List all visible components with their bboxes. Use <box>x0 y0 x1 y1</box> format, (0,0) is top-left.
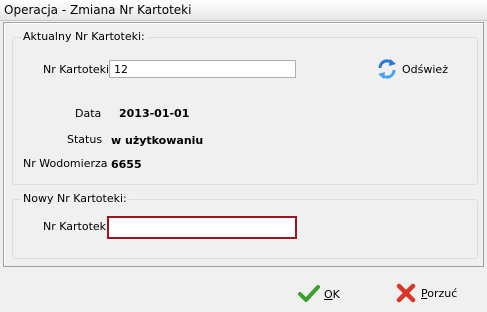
meter-number-label: Nr Wodomierza <box>23 157 108 170</box>
meter-number-value: 6655 <box>111 158 142 171</box>
checkmark-icon <box>298 284 320 304</box>
date-label: Data <box>75 107 102 120</box>
current-card-legend: Aktualny Nr Kartoteki: <box>21 30 147 43</box>
ok-label: OK <box>324 287 340 301</box>
current-card-group: Aktualny Nr Kartoteki: Nr Kartoteki 12 O… <box>12 30 478 185</box>
date-value: 2013-01-01 <box>119 107 190 120</box>
refresh-button[interactable]: Odśwież <box>376 58 448 80</box>
ok-button[interactable]: OK <box>298 284 340 304</box>
current-card-number-label: Nr Kartoteki <box>43 63 110 76</box>
refresh-label: Odśwież <box>402 62 448 76</box>
new-card-number-field[interactable] <box>107 216 297 239</box>
new-card-legend: Nowy Nr Kartoteki: <box>21 192 129 205</box>
title-bar: Operacja - Zmiana Nr Kartoteki <box>0 0 487 21</box>
new-card-number-label: Nr Kartoteki <box>43 220 110 233</box>
current-card-number-field[interactable]: 12 <box>109 60 296 78</box>
cancel-button[interactable]: Porzuć <box>395 282 457 304</box>
refresh-icon <box>376 58 398 80</box>
status-label: Status <box>67 133 103 146</box>
window-title: Operacja - Zmiana Nr Kartoteki <box>4 3 192 17</box>
status-value: w użytkowaniu <box>111 134 204 147</box>
main-panel: Aktualny Nr Kartoteki: Nr Kartoteki 12 O… <box>3 22 484 267</box>
cross-icon <box>395 282 417 304</box>
cancel-label: Porzuć <box>421 286 458 300</box>
new-card-group: Nowy Nr Kartoteki: Nr Kartoteki <box>12 192 478 259</box>
